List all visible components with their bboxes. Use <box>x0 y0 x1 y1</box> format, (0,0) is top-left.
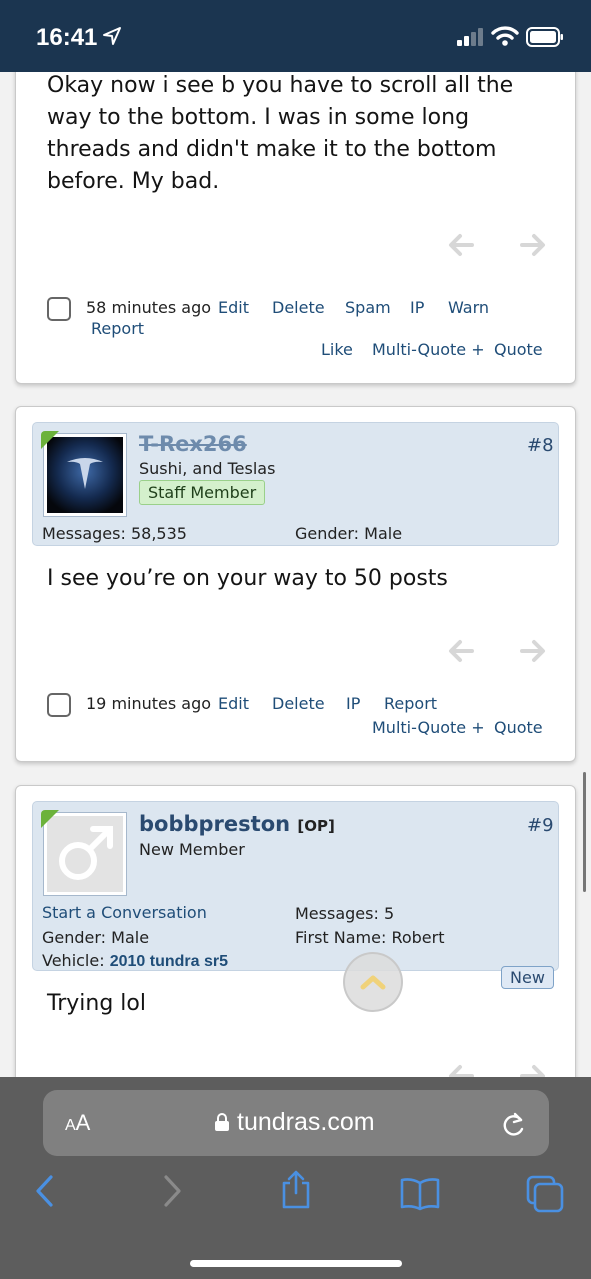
status-time: 16:41 <box>36 24 98 51</box>
domain-text: tundras.com <box>237 1108 375 1136</box>
new-post-tag: New <box>501 966 554 989</box>
home-indicator[interactable] <box>190 1260 402 1267</box>
spam-link[interactable]: Spam <box>345 298 391 317</box>
messages-stat: Messages: 5 <box>295 904 394 923</box>
aa-big: A <box>75 1110 91 1135</box>
gender-value: Male <box>111 928 150 947</box>
post-7: Okay now i see b you have to scroll all … <box>15 72 576 384</box>
wifi-icon <box>491 26 519 46</box>
username[interactable]: bobbpreston [OP] <box>139 812 335 836</box>
gender-label: Gender: <box>295 524 360 543</box>
arrow-left-icon[interactable] <box>448 233 474 257</box>
post-message: Okay now i see b you have to scroll all … <box>47 72 567 198</box>
first-name-stat: First Name: Robert <box>295 928 445 947</box>
message-line: Okay now i see b you have to scroll all … <box>47 73 514 98</box>
tabs-icon[interactable] <box>526 1175 564 1213</box>
avatar[interactable] <box>41 431 127 517</box>
select-post-checkbox[interactable] <box>47 693 71 717</box>
message-line: way to the bottom. I was in some long <box>47 105 470 130</box>
user-title: New Member <box>139 840 245 859</box>
quote-link[interactable]: Quote <box>494 340 543 359</box>
post-8: T-Rex266 Sushi, and Teslas Staff Member … <box>15 406 576 762</box>
delete-link[interactable]: Delete <box>272 694 325 713</box>
text-size-button[interactable]: AA <box>65 1110 90 1136</box>
bookmarks-icon[interactable] <box>400 1177 440 1211</box>
report-link[interactable]: Report <box>91 319 144 338</box>
vehicle-label: Vehicle: <box>42 951 105 970</box>
scroll-to-top-button[interactable] <box>343 952 403 1012</box>
location-arrow-icon <box>103 27 121 45</box>
multi-quote-link[interactable]: Multi-Quote + <box>372 340 485 359</box>
forward-icon[interactable] <box>160 1173 184 1209</box>
op-tag: [OP] <box>297 817 335 835</box>
user-info-block: T-Rex266 Sushi, and Teslas Staff Member … <box>32 422 559 546</box>
messages-label: Messages: <box>295 904 379 923</box>
edit-link[interactable]: Edit <box>218 694 249 713</box>
like-link[interactable]: Like <box>321 340 353 359</box>
gender-label: Gender: <box>42 928 107 947</box>
thread-content[interactable]: Okay now i see b you have to scroll all … <box>0 72 591 1077</box>
vehicle-value: 2010 tundra sr5 <box>109 953 228 970</box>
address-bar[interactable]: AA tundras.com <box>43 1090 549 1156</box>
user-title: Sushi, and Teslas <box>139 459 276 478</box>
arrow-left-icon[interactable] <box>448 639 474 663</box>
message-line: threads and didn't make it to the bottom <box>47 137 497 162</box>
lock-icon <box>215 1113 229 1131</box>
arrow-left-icon[interactable] <box>448 1064 474 1077</box>
post-message: Trying lol <box>47 991 146 1016</box>
post-time[interactable]: 58 minutes ago <box>86 298 211 317</box>
battery-icon <box>526 27 563 47</box>
gender-value: Male <box>364 524 403 543</box>
staff-member-badge: Staff Member <box>139 480 266 505</box>
online-indicator <box>41 431 59 449</box>
username-text[interactable]: bobbpreston <box>139 812 290 836</box>
warn-link[interactable]: Warn <box>448 298 489 317</box>
avatar[interactable] <box>41 810 127 896</box>
aa-small: A <box>65 1117 76 1134</box>
user-info-block: bobbpreston [OP] New Member #9 Start a C… <box>32 801 559 971</box>
messages-stat: Messages: 58,535 <box>42 524 187 543</box>
post-time[interactable]: 19 minutes ago <box>86 694 211 713</box>
messages-value: 5 <box>383 904 395 923</box>
select-post-checkbox[interactable] <box>47 297 71 321</box>
start-conversation-link[interactable]: Start a Conversation <box>42 903 207 922</box>
first-name-label: First Name: <box>295 928 387 947</box>
post-number[interactable]: #8 <box>527 435 554 456</box>
edit-link[interactable]: Edit <box>218 298 249 317</box>
arrow-right-icon[interactable] <box>520 639 546 663</box>
messages-label: Messages: <box>42 524 126 543</box>
scrollbar[interactable] <box>583 772 586 892</box>
delete-link[interactable]: Delete <box>272 298 325 317</box>
post-number[interactable]: #9 <box>527 815 554 836</box>
quote-link[interactable]: Quote <box>494 718 543 737</box>
first-name-value: Robert <box>391 928 445 947</box>
gender-stat: Gender: Male <box>295 524 402 543</box>
post-9: bobbpreston [OP] New Member #9 Start a C… <box>15 785 576 1077</box>
post-message: I see you’re on your way to 50 posts <box>47 566 448 591</box>
gender-stat: Gender: Male <box>42 928 149 947</box>
reload-icon[interactable] <box>501 1110 527 1138</box>
ip-link[interactable]: IP <box>346 694 360 713</box>
ip-link[interactable]: IP <box>410 298 424 317</box>
cellular-signal-icon <box>457 28 483 46</box>
username[interactable]: T-Rex266 <box>139 432 247 456</box>
arrow-right-icon[interactable] <box>520 233 546 257</box>
browser-toolbar: AA tundras.com <box>0 1077 591 1279</box>
message-line: before. My bad. <box>47 169 220 194</box>
back-icon[interactable] <box>33 1173 57 1209</box>
multi-quote-link[interactable]: Multi-Quote + <box>372 718 485 737</box>
online-indicator <box>41 810 59 828</box>
messages-value: 58,535 <box>130 524 187 543</box>
share-icon[interactable] <box>279 1169 313 1209</box>
status-bar: 16:41 <box>0 0 591 72</box>
report-link[interactable]: Report <box>384 694 437 713</box>
arrow-right-icon[interactable] <box>520 1064 546 1077</box>
vehicle-stat: Vehicle: 2010 tundra sr5 <box>42 951 228 971</box>
chevron-up-icon <box>360 975 386 990</box>
